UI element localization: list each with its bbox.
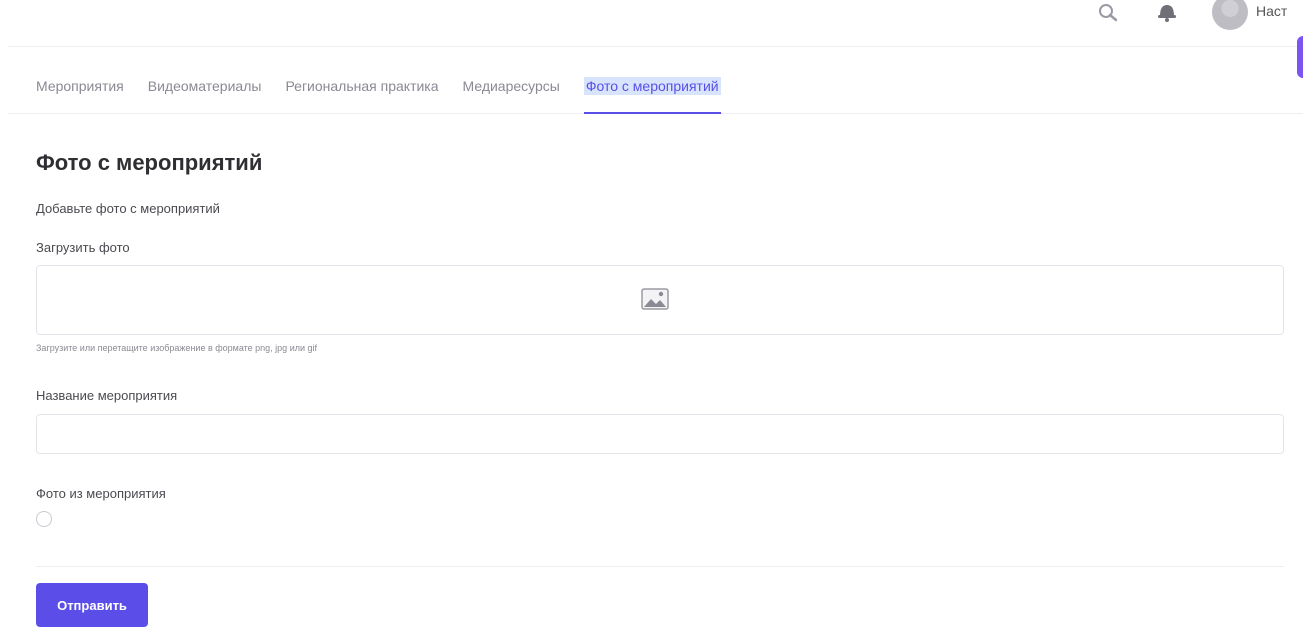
page-title: Фото с мероприятий xyxy=(36,150,263,175)
submit-button[interactable]: Отправить xyxy=(36,583,148,627)
from-event-label: Фото из мероприятия xyxy=(36,486,166,501)
tab-bar: Мероприятия Видеоматериалы Региональная … xyxy=(8,56,1303,114)
photo-upload-dropzone[interactable] xyxy=(36,265,1284,335)
avatar[interactable] xyxy=(1212,0,1248,30)
top-bar: Наст xyxy=(0,0,1303,47)
event-name-input[interactable] xyxy=(36,414,1284,454)
upload-label: Загрузить фото xyxy=(36,240,130,255)
tab-media-resources[interactable]: Медиаресурсы xyxy=(463,56,560,114)
page-subtitle: Добавьте фото с мероприятий xyxy=(36,201,220,216)
tab-event-photos[interactable]: Фото с мероприятий xyxy=(583,56,721,114)
search-icon[interactable] xyxy=(1096,4,1120,22)
tab-events[interactable]: Мероприятия xyxy=(36,56,124,114)
bell-icon[interactable] xyxy=(1156,2,1178,22)
from-event-checkbox[interactable] xyxy=(36,511,52,527)
tab-videos[interactable]: Видеоматериалы xyxy=(148,56,262,114)
header-divider xyxy=(8,46,1303,47)
user-name[interactable]: Наст xyxy=(1256,3,1287,19)
event-name-label: Название мероприятия xyxy=(36,388,178,403)
image-icon xyxy=(641,288,669,310)
form-divider xyxy=(36,566,1284,567)
tab-event-photos-label: Фото с мероприятий xyxy=(583,77,721,95)
upload-hint: Загрузите или перетащите изображение в ф… xyxy=(36,343,318,353)
tab-regional-practice[interactable]: Региональная практика xyxy=(285,56,438,114)
